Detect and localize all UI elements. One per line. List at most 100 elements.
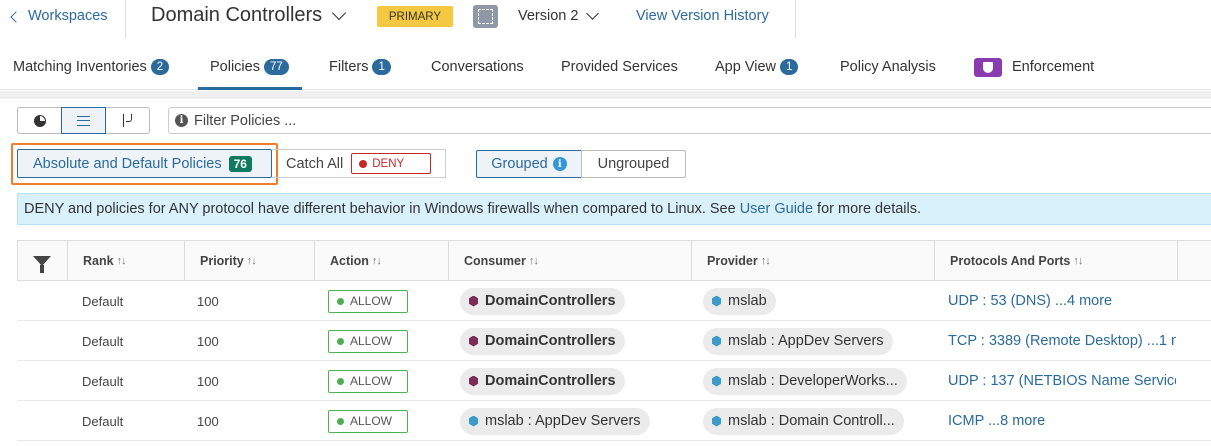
tab-provided-services[interactable]: Provided Services [561,48,678,90]
column-header-protocols[interactable]: Protocols And Ports ↑↓ [934,241,1177,280]
sort-icon: ↑↓ [116,254,127,267]
branch-icon [122,114,133,127]
column-header-priority[interactable]: Priority ↑↓ [184,241,314,280]
workspace-select-icon[interactable] [473,5,498,28]
tab-app-view[interactable]: App View 1 [715,48,799,90]
table-row[interactable]: Default 100 ALLOW DomainControllers msla… [17,281,1211,321]
tab-count-badge: 1 [372,59,391,75]
tab-label: Provided Services [561,59,678,75]
graph-view-button[interactable] [105,107,150,134]
tab-policy-analysis[interactable]: Policy Analysis [840,48,936,90]
consumer-scope-pill[interactable]: DomainControllers [460,287,625,315]
column-label: Action [330,253,369,268]
sort-icon: ↑↓ [1073,254,1083,267]
scope-label: mslab : AppDev Servers [485,413,641,429]
action-cell: ALLOW [328,321,408,361]
user-guide-link[interactable]: User Guide [740,201,813,217]
table-row[interactable]: Default 100 ALLOW DomainControllers msla… [17,321,1211,361]
provider-scope-pill[interactable]: mslab : AppDev Servers [703,327,893,355]
column-header-provider[interactable]: Provider ↑↓ [691,241,934,280]
protocols-link[interactable]: UDP : 53 (DNS) ...4 more [948,293,1112,309]
column-header-action[interactable]: Action ↑↓ [314,241,448,280]
protocols-cell: ICMP ...8 more [948,401,1176,441]
version-dropdown[interactable]: Version 2 [518,7,600,24]
workspace-tabs: Matching Inventories 2 Policies 77 Filte… [0,48,1211,90]
rank-cell: Default [82,373,124,389]
chevron-down-icon [332,5,347,21]
provider-scope-pill[interactable]: mslab : DeveloperWorks... [703,367,907,395]
action-label: ALLOW [350,294,393,308]
action-label: ALLOW [350,414,393,428]
scope-cube-icon [711,336,722,347]
status-dot-icon [337,417,344,425]
column-header-extra [1177,241,1211,280]
tab-label: Policies [210,59,260,75]
column-header-rank[interactable]: Rank ↑↓ [67,241,184,280]
scope-cube-icon [711,376,722,387]
tab-count-badge: 2 [150,59,170,75]
view-version-history-link[interactable]: View Version History [636,8,769,24]
banner-text: for more details. [817,201,922,217]
provider-scope-pill[interactable]: mslab [703,287,776,315]
chart-view-button[interactable] [17,107,62,134]
consumer-scope-pill[interactable]: mslab : AppDev Servers [460,407,650,435]
scope-cube-icon [468,416,479,427]
tab-label: App View [715,59,776,75]
table-row[interactable]: Default 100 ALLOW DomainControllers msla… [17,361,1211,401]
filter-policies-input[interactable]: i Filter Policies ... [168,107,1211,134]
priority-cell: 100 [197,293,219,309]
action-label: ALLOW [350,374,393,388]
consumer-cell: DomainControllers [460,321,625,361]
banner-text: DENY and policies for ANY protocol have … [24,201,736,217]
sort-icon: ↑↓ [760,254,771,267]
rank-cell: Default [82,413,124,429]
tab-conversations[interactable]: Conversations [431,48,524,90]
allow-badge: ALLOW [328,289,408,313]
provider-scope-pill[interactable]: mslab : Domain Controll... [703,407,904,435]
absolute-default-policies-button[interactable]: Absolute and Default Policies 76 [17,149,272,178]
list-view-button[interactable] [61,107,106,134]
back-to-workspaces-link[interactable]: Workspaces [10,8,108,24]
protocols-cell: UDP : 137 (NETBIOS Name Service) [948,361,1176,401]
rank-cell: Default [82,293,124,309]
tab-filters[interactable]: Filters 1 [329,48,391,90]
action-cell: ALLOW [328,281,408,321]
protocols-link[interactable]: TCP : 3389 (Remote Desktop) ...1 more [948,333,1176,349]
tab-matching-inventories[interactable]: Matching Inventories 2 [13,48,170,90]
info-icon[interactable]: i [552,157,567,171]
consumer-cell: mslab : AppDev Servers [460,401,650,441]
scope-label: mslab [728,293,767,309]
divider [795,0,796,38]
button-label: Catch All [286,155,344,172]
deny-label: DENY [372,157,405,170]
workspace-title-dropdown[interactable]: Domain Controllers [151,4,347,27]
table-row[interactable]: Default 100 ALLOW mslab : AppDev Servers… [17,401,1211,441]
column-header-consumer[interactable]: Consumer ↑↓ [448,241,691,280]
workspace-header: Workspaces Domain Controllers PRIMARY Ve… [0,0,1211,38]
tab-enforcement[interactable]: Enforcement [974,48,1094,90]
view-mode-toggle [17,107,150,134]
consumer-scope-pill[interactable]: DomainControllers [460,367,625,395]
consumer-scope-pill[interactable]: DomainControllers [460,327,625,355]
grouped-toggle[interactable]: Grouped i [476,150,582,178]
filter-placeholder: Filter Policies ... [194,112,297,129]
policies-table: Rank ↑↓ Priority ↑↓ Action ↑↓ Consumer ↑↓ Pr… [17,240,1211,441]
catch-all-button[interactable]: Catch All DENY [271,149,446,178]
priority-cell: 100 [197,373,219,389]
protocols-link[interactable]: ICMP ...8 more [948,413,1045,429]
button-label: Absolute and Default Policies [33,155,222,172]
column-label: Protocols And Ports [950,253,1071,268]
protocols-link[interactable]: UDP : 137 (NETBIOS Name Service) [948,373,1176,389]
sort-icon: ↑↓ [371,254,382,267]
tab-label: Policy Analysis [840,59,936,75]
chevron-down-icon [586,7,600,20]
ungrouped-toggle[interactable]: Ungrouped [581,150,686,178]
tab-label: Filters [329,59,369,75]
chevron-left-icon [10,10,22,23]
filter-column-button[interactable] [18,241,67,280]
scope-cube-icon [468,296,479,307]
scope-label: DomainControllers [485,333,616,349]
tab-policies[interactable]: Policies 77 [198,48,302,90]
primary-badge: PRIMARY [377,6,453,27]
table-header: Rank ↑↓ Priority ↑↓ Action ↑↓ Consumer ↑↓ Pr… [17,240,1211,281]
